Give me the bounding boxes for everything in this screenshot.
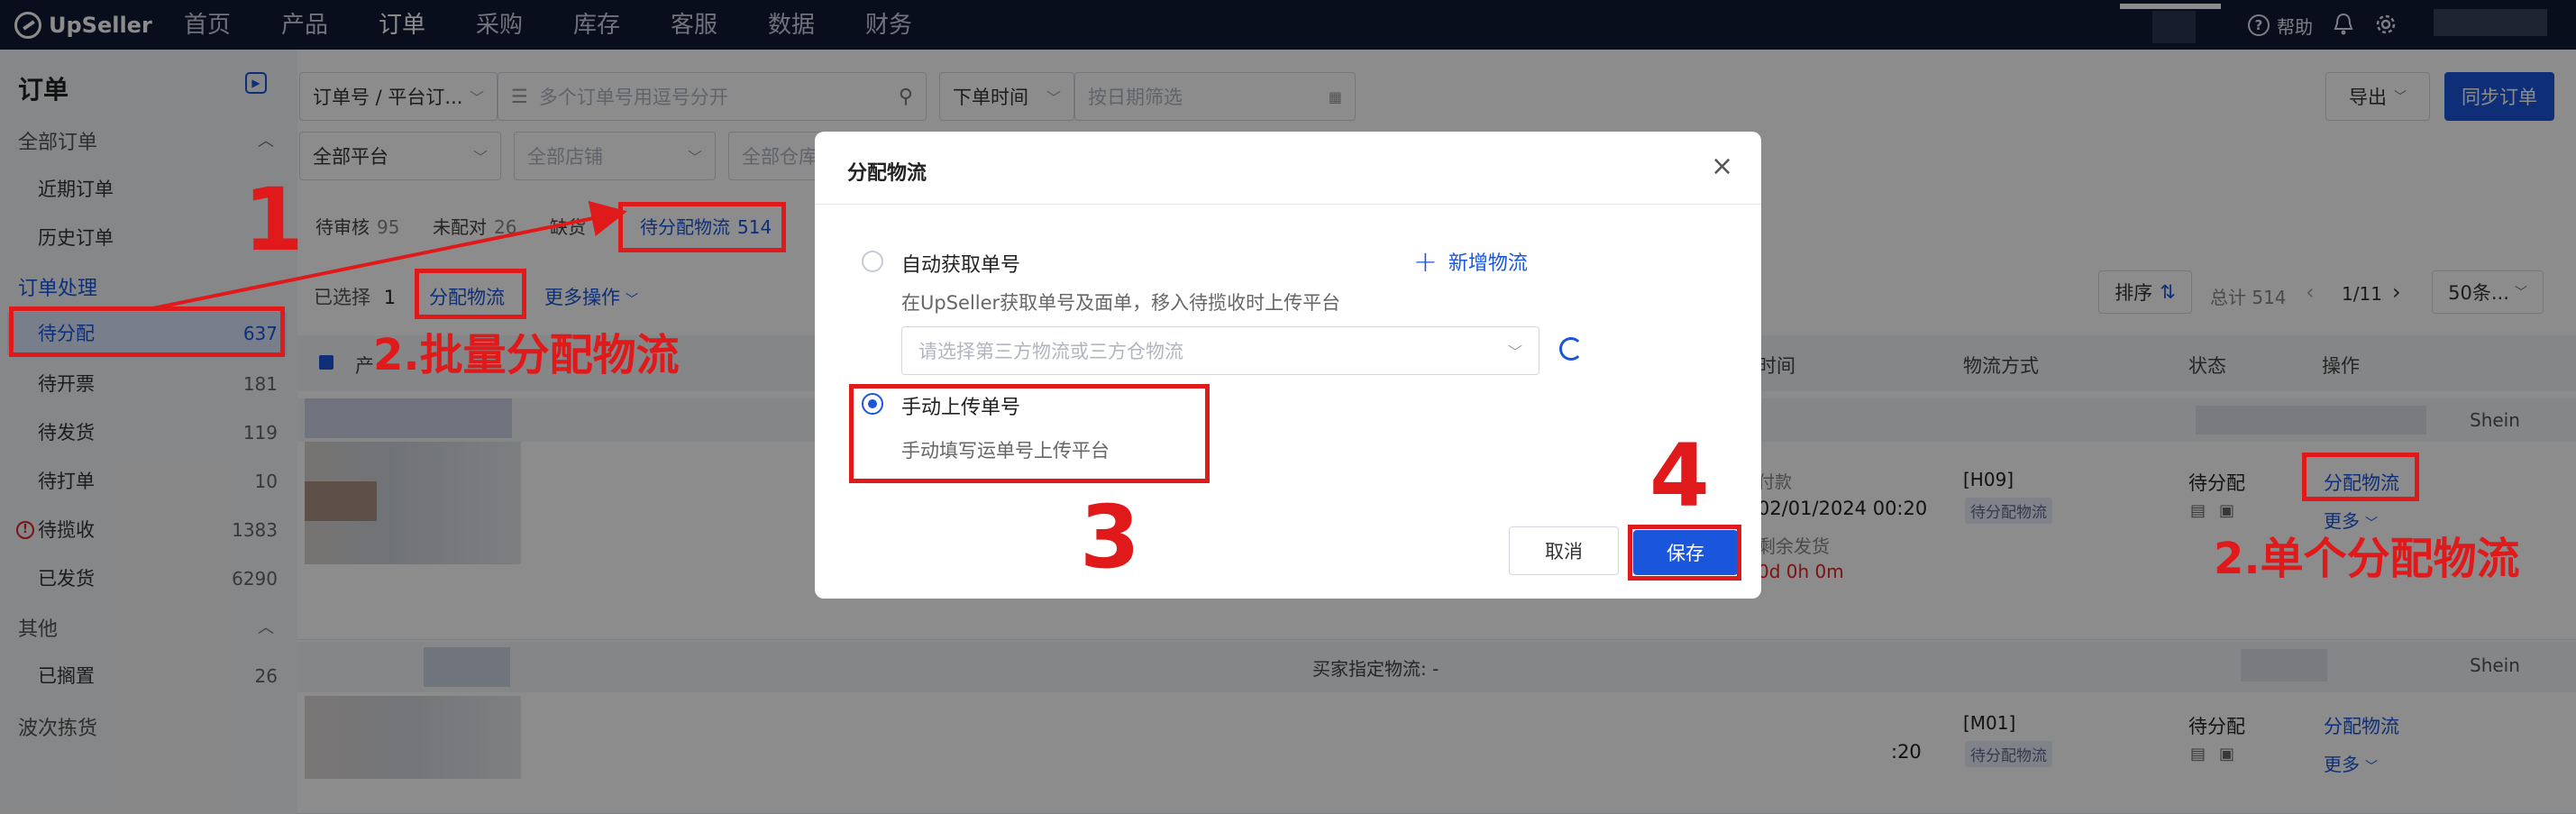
annotation-step-2-single: 2.单个分配物流 <box>2214 534 2520 584</box>
annotation-step-1: 1 <box>243 169 304 270</box>
annotation-arrow <box>152 200 627 310</box>
annotation-arrows <box>152 200 627 310</box>
annotation-step-2-batch: 2.批量分配物流 <box>373 330 680 380</box>
annotation-step-3: 3 <box>1080 487 1140 588</box>
annotation-step-4: 4 <box>1649 425 1710 526</box>
